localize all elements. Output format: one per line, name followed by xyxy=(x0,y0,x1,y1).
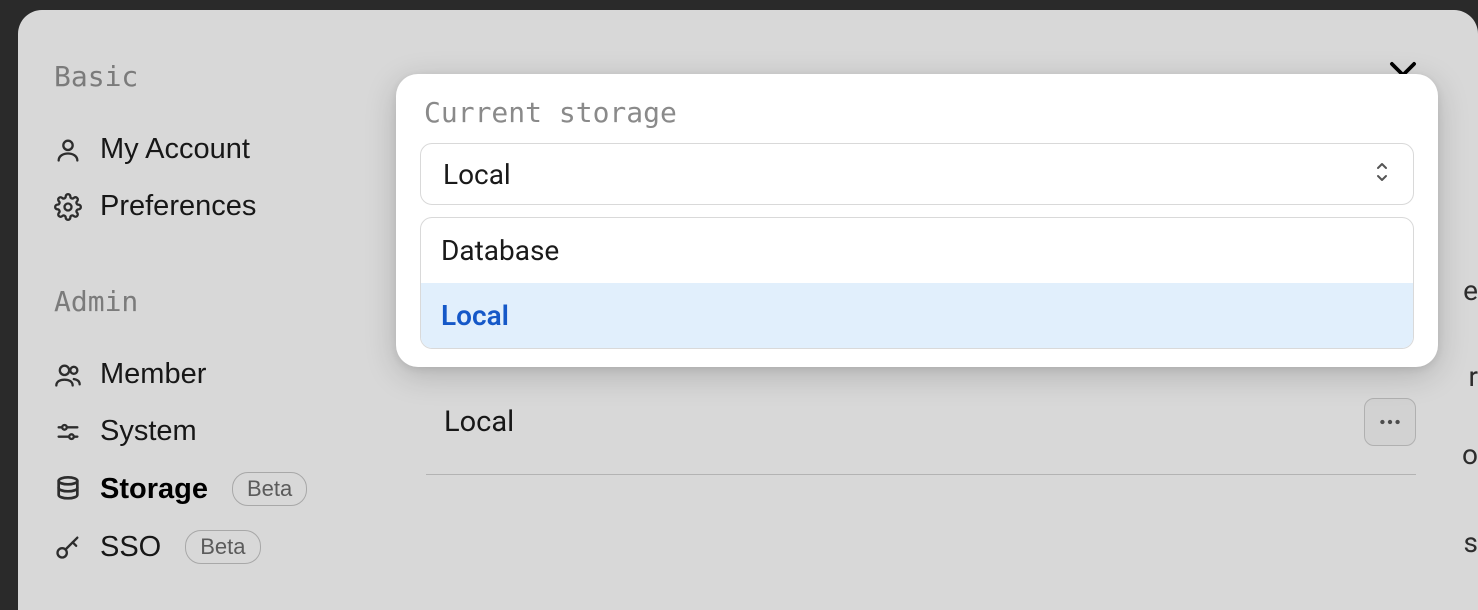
sidebar-item-storage[interactable]: Storage Beta xyxy=(54,460,348,518)
sidebar-item-label: Storage xyxy=(100,473,208,506)
beta-badge: Beta xyxy=(232,472,307,506)
storage-select-value: Local xyxy=(443,158,511,191)
sidebar-item-label: System xyxy=(100,415,197,448)
dropdown-option-local[interactable]: Local xyxy=(421,283,1413,348)
edge-text-fragment: r xyxy=(1469,360,1478,393)
dots-horizontal-icon xyxy=(1377,409,1403,435)
user-icon xyxy=(54,136,82,164)
sidebar-item-system[interactable]: System xyxy=(54,403,348,460)
sidebar-item-label: Member xyxy=(100,358,206,391)
storage-list-row: Local xyxy=(426,398,1416,475)
section-label-basic: Basic xyxy=(54,60,348,93)
settings-sidebar: Basic My Account Preferences Admin Membe… xyxy=(18,10,378,610)
edge-text-fragment: s xyxy=(1464,526,1478,559)
popover-title: Current storage xyxy=(396,96,1438,143)
storage-select[interactable]: Local xyxy=(420,143,1414,205)
dropdown-option-database[interactable]: Database xyxy=(421,218,1413,283)
more-options-button[interactable] xyxy=(1364,398,1416,446)
storage-dropdown: Database Local xyxy=(420,217,1414,349)
users-icon xyxy=(54,361,82,389)
section-label-admin: Admin xyxy=(54,285,348,318)
sidebar-item-my-account[interactable]: My Account xyxy=(54,121,348,178)
edge-text-fragment: o xyxy=(1462,438,1478,471)
beta-badge: Beta xyxy=(185,530,260,564)
sidebar-item-label: SSO xyxy=(100,531,161,564)
gear-icon xyxy=(54,193,82,221)
sidebar-item-sso[interactable]: SSO Beta xyxy=(54,518,348,576)
chevron-up-down-icon xyxy=(1373,161,1391,187)
key-icon xyxy=(54,533,82,561)
sidebar-item-label: My Account xyxy=(100,133,250,166)
sidebar-item-member[interactable]: Member xyxy=(54,346,348,403)
database-icon xyxy=(54,475,82,503)
sliders-icon xyxy=(54,418,82,446)
sidebar-item-label: Preferences xyxy=(100,190,256,223)
storage-row-label: Local xyxy=(426,405,514,439)
current-storage-popover: Current storage Local Database Local xyxy=(396,74,1438,367)
edge-text-fragment: e xyxy=(1463,274,1478,307)
sidebar-item-preferences[interactable]: Preferences xyxy=(54,178,348,235)
